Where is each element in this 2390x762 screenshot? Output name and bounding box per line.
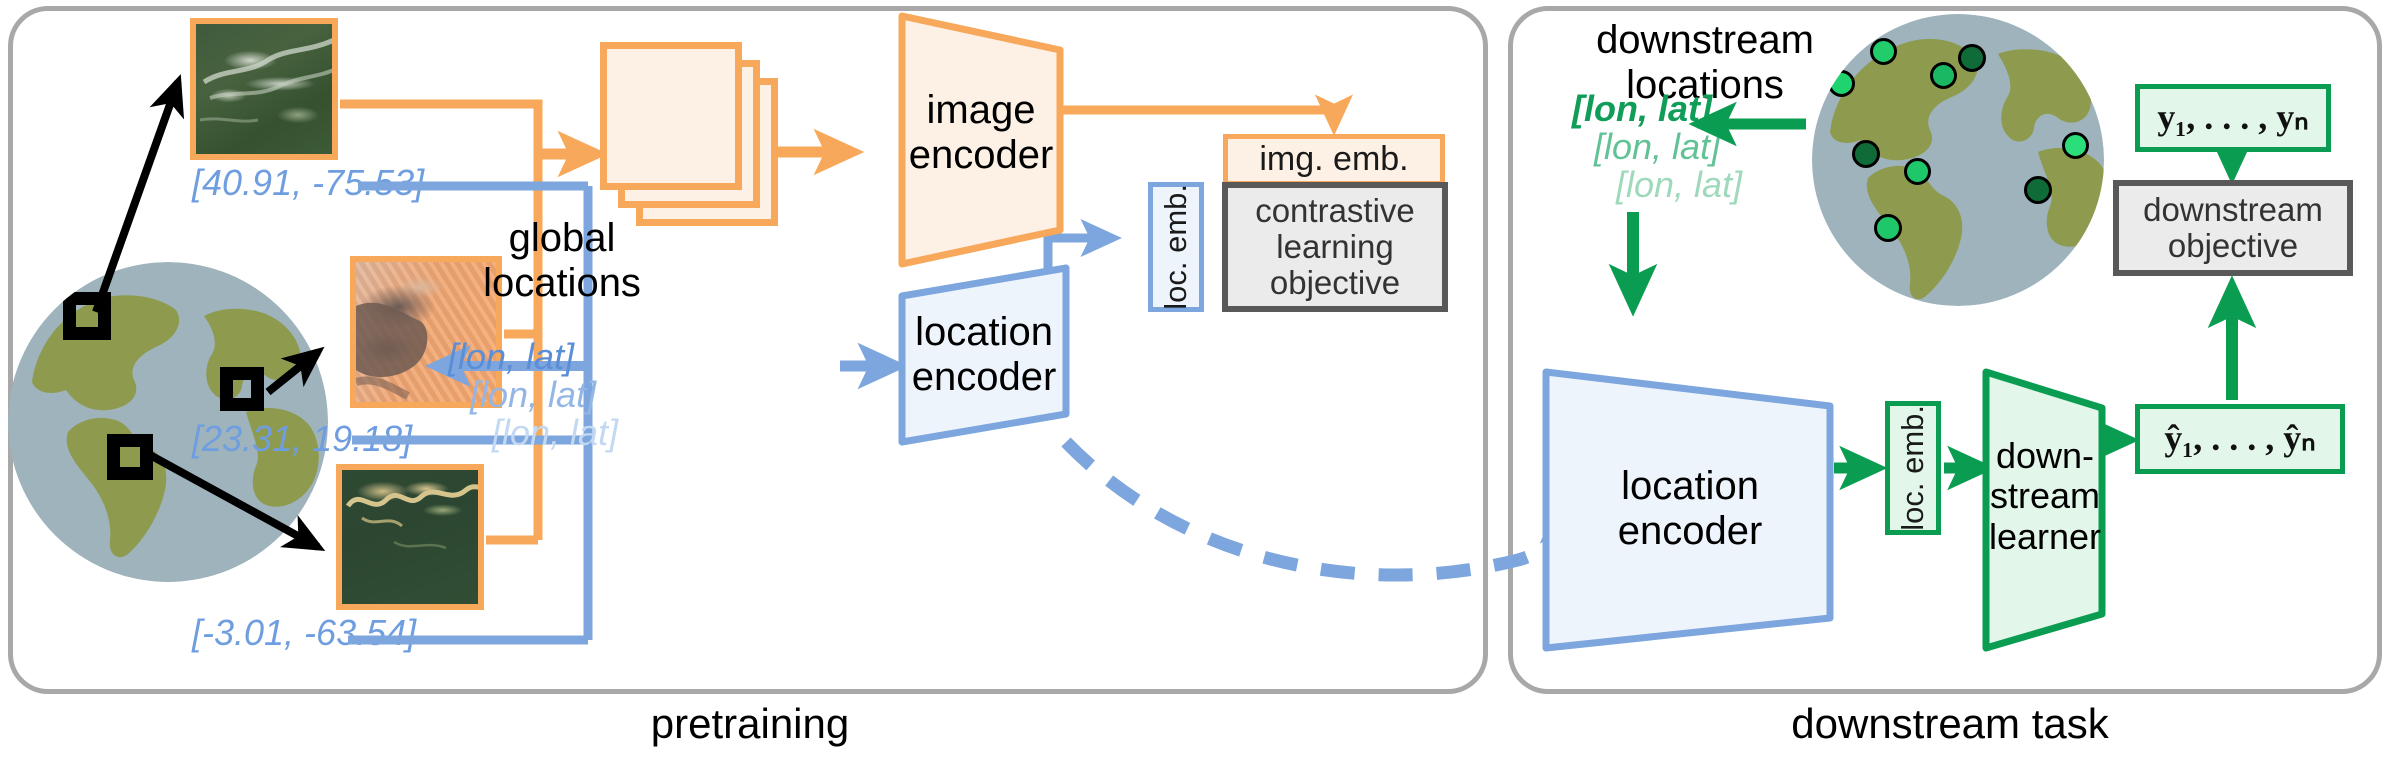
location-dot [1904,158,1931,185]
world-globe-downstream [1812,14,2104,306]
coordinate-label-river: [-3.01, -63.54] [192,612,417,653]
image-encoder: image encoder [896,10,1066,270]
satellite-tile-river [336,464,484,610]
contrastive-objective-label: contrastive learning objective [1255,191,1415,302]
lonlat-line-3: [lon, lat] [492,412,619,453]
lonlat-line-2: [lon, lat] [470,374,597,415]
downstream-objective-label: downstream objective [2143,190,2323,264]
location-dot [1874,214,1902,242]
img-emb-box: img. emb. [1223,134,1445,186]
location-encoder-pretraining: location encoder [896,262,1072,448]
loc-emb-label: loc. emb. [1157,184,1193,310]
location-dot [1828,70,1855,97]
loc-emb-box-downstream: loc. emb. [1885,401,1941,535]
location-dot [1958,44,1986,72]
location-dot [2024,176,2052,204]
y-true-label: y₁, . . . , yₙ [2157,97,2309,138]
lonlat-line-1: [lon, lat] [448,336,575,377]
location-dot [1852,140,1880,168]
downstream-objective-box: downstream objective [2113,180,2353,276]
image-stack [600,42,800,242]
contrastive-objective-box: contrastive learning objective [1222,182,1448,312]
lonlat-stack-downstream: [lon, lat] [lon, lat] [lon, lat] [1572,88,1742,206]
y-pred-box: ŷ₁, . . . , ŷₙ [2135,404,2345,474]
y-pred-label: ŷ₁, . . . , ŷₙ [2164,418,2316,459]
location-encoder-label: location encoder [911,310,1057,399]
coordinate-label-forest: [40.91, -75.53] [192,162,425,203]
global-locations-title: global locations [483,216,641,305]
location-encoder-downstream-label: location encoder [1617,464,1763,553]
y-true-box: y₁, . . . , yₙ [2135,84,2331,152]
image-stack-sheet-1 [600,42,742,190]
lonlat-line-1-downstream: [lon, lat] [1572,88,1712,129]
lonlat-line-3-downstream: [lon, lat] [1616,164,1743,205]
img-emb-label: img. emb. [1259,140,1409,179]
loc-emb-box-pretraining: loc. emb. [1148,182,1204,312]
coordinate-label-desert: [23.31, 19.18] [192,418,413,459]
lonlat-stack-pretraining: [lon, lat] [lon, lat] [lon, lat] [448,336,618,454]
location-dot [1930,62,1957,89]
diagram-canvas: [40.91, -75.53] [23.31, 19.18] [-3.01, -… [0,0,2390,762]
satellite-tile-forest [190,18,338,160]
loc-emb-downstream-label: loc. emb. [1894,405,1930,531]
lonlat-line-2-downstream: [lon, lat] [1594,126,1721,167]
globe-marker-africa [220,367,264,411]
caption-pretraining: pretraining [650,700,850,747]
location-dot [1870,38,1897,65]
downstream-learner-label: down- stream learner [1988,435,2102,557]
globe-marker-south [107,434,153,480]
downstream-learner: down- stream learner [1980,364,2110,654]
location-encoder-downstream: location encoder [1540,364,1840,654]
location-dot [2062,132,2089,159]
caption-downstream: downstream task [1791,700,2109,747]
image-encoder-label: image encoder [908,88,1054,177]
globe-marker-north [63,292,111,340]
